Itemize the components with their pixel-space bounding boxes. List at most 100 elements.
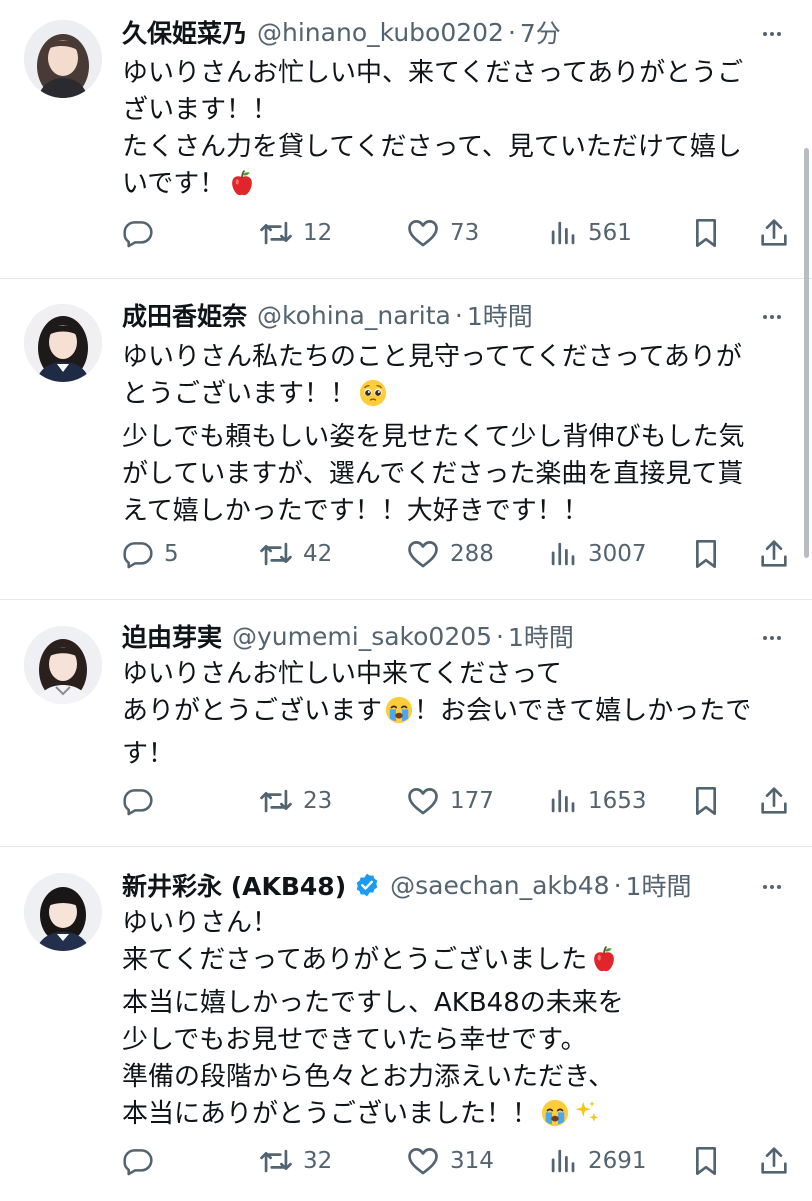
text-line: とうございます！！: [122, 379, 357, 409]
share-icon: [758, 217, 790, 249]
author-name[interactable]: 迫由芽実: [122, 618, 222, 654]
author-handle[interactable]: @hinano_kubo0202: [257, 18, 504, 47]
avatar[interactable]: [24, 873, 102, 951]
bookmark-icon: [690, 785, 722, 817]
reply-icon: [122, 1145, 154, 1177]
avatar[interactable]: [24, 20, 102, 98]
text-line: 少しでもお見せできていたら幸せです。: [122, 1025, 587, 1055]
avatar[interactable]: [24, 626, 102, 704]
bookmark-button[interactable]: [690, 779, 722, 823]
like-count: 73: [450, 220, 480, 246]
more-icon[interactable]: [754, 299, 790, 335]
retweet-button[interactable]: 12: [259, 211, 332, 255]
text-line: ゆいりさん私たちのこと見守っててくださってありが: [122, 342, 742, 372]
retweet-count: 12: [303, 220, 333, 246]
red-apple-icon: [589, 944, 619, 985]
retweet-count: 23: [303, 788, 333, 814]
tweet[interactable]: 成田香姫奈 @kohina_narita · 1時間 ゆいりさん私たちのこと見守…: [0, 279, 812, 600]
sparkles-icon: [572, 1098, 602, 1139]
timestamp[interactable]: 7分: [520, 14, 561, 50]
like-icon: [406, 784, 440, 818]
share-button[interactable]: [758, 779, 790, 823]
like-button[interactable]: 288: [406, 532, 494, 576]
crying-face-icon: [540, 1098, 570, 1139]
author-handle[interactable]: @kohina_narita: [257, 301, 451, 330]
like-button[interactable]: 314: [406, 1139, 494, 1183]
share-button[interactable]: [758, 532, 790, 576]
bookmark-button[interactable]: [690, 532, 722, 576]
retweet-button[interactable]: 23: [259, 779, 332, 823]
timestamp[interactable]: 1時間: [467, 297, 533, 333]
bookmark-button[interactable]: [690, 211, 722, 255]
text-line: 準備の段階から色々とお力添えいただき、: [122, 1062, 615, 1092]
reply-button[interactable]: 5: [122, 532, 179, 576]
reply-button[interactable]: [122, 1139, 164, 1183]
separator: ·: [454, 300, 463, 330]
views-button[interactable]: 561: [548, 211, 632, 255]
reply-icon: [122, 538, 154, 570]
bookmark-icon: [690, 1145, 722, 1177]
like-icon: [406, 537, 440, 571]
views-icon: [548, 786, 578, 816]
share-icon: [758, 785, 790, 817]
more-icon[interactable]: [754, 869, 790, 905]
text-line: ！お会いできて嬉しかったで: [414, 696, 752, 726]
bookmark-icon: [690, 217, 722, 249]
like-button[interactable]: 177: [406, 779, 494, 823]
verified-badge-icon: [354, 872, 380, 898]
reply-icon: [122, 785, 154, 817]
text-line: いです！: [122, 169, 226, 199]
timestamp[interactable]: 1時間: [626, 867, 692, 903]
like-count: 314: [450, 1148, 494, 1174]
scrollbar[interactable]: [804, 148, 809, 558]
views-button[interactable]: 3007: [548, 532, 647, 576]
text-line: たくさん力を貸してくださって、見ていただけて嬉し: [122, 132, 742, 162]
text-line: ゆいりさんお忙しい中来てくださって: [122, 659, 562, 689]
crying-face-icon: [384, 695, 414, 736]
retweet-icon: [259, 216, 293, 250]
tweet-actions: 12 73 561: [0, 211, 812, 255]
text-line: ゆいりさんお忙しい中、来てくださってありがとうご: [122, 58, 744, 88]
reply-button[interactable]: [122, 211, 164, 255]
reply-icon: [122, 217, 154, 249]
separator: ·: [507, 17, 516, 47]
tweet-text: ゆいりさんお忙しい中、来てくださってありがとうご ざいます！！ たくさん力を貸し…: [122, 55, 790, 209]
share-button[interactable]: [758, 211, 790, 255]
retweet-button[interactable]: 32: [259, 1139, 332, 1183]
separator: ·: [613, 870, 622, 900]
like-button[interactable]: 73: [406, 211, 479, 255]
tweet-feed: 久保姫菜乃 @hinano_kubo0202 · 7分 ゆいりさんお忙しい中、来…: [0, 0, 812, 1201]
separator: ·: [496, 621, 504, 651]
like-icon: [406, 1144, 440, 1178]
tweet[interactable]: 久保姫菜乃 @hinano_kubo0202 · 7分 ゆいりさんお忙しい中、来…: [0, 0, 812, 279]
text-line: 来てくださってありがとうございました: [122, 945, 588, 975]
more-icon[interactable]: [754, 620, 790, 656]
share-button[interactable]: [758, 1139, 790, 1183]
text-line: 少しでも頼もしい姿を見せたくて少し背伸びもした気: [122, 422, 745, 452]
view-count: 561: [588, 220, 632, 246]
views-button[interactable]: 1653: [548, 779, 647, 823]
tweet-text: ゆいりさん！ 来てくださってありがとうございました 本当に嬉しかったですし、AK…: [122, 905, 790, 1139]
author-handle[interactable]: @saechan_akb48: [390, 871, 609, 900]
retweet-icon: [259, 537, 293, 571]
red-apple-icon: [227, 168, 257, 209]
views-button[interactable]: 2691: [548, 1139, 647, 1183]
author-name[interactable]: 新井彩永 (AKB48): [122, 867, 346, 903]
text-line: ありがとうございます: [122, 696, 383, 726]
text-line: がしていますが、選んでくださった楽曲を直接見て貰: [122, 459, 744, 489]
tweet[interactable]: 新井彩永 (AKB48) @saechan_akb48 · 1時間 ゆいりさん！…: [0, 847, 812, 1201]
tweet-text: ゆいりさん私たちのこと見守っててくださってありが とうございます！！ 少しでも頼…: [122, 339, 790, 530]
author-name[interactable]: 久保姫菜乃: [122, 14, 247, 50]
timestamp[interactable]: 1時間: [508, 618, 574, 654]
text-line: 本当にありがとうございました！！: [122, 1099, 539, 1129]
text-line: ざいます！！: [122, 95, 279, 125]
avatar[interactable]: [24, 304, 102, 382]
reply-button[interactable]: [122, 779, 164, 823]
tweet[interactable]: 迫由芽実 @yumemi_sako0205 · 1時間 ゆいりさんお忙しい中来て…: [0, 600, 812, 847]
retweet-button[interactable]: 42: [259, 532, 332, 576]
author-handle[interactable]: @yumemi_sako0205: [232, 622, 492, 651]
author-name[interactable]: 成田香姫奈: [122, 297, 247, 333]
tweet-actions: 32 314 2691: [0, 1139, 812, 1183]
more-icon[interactable]: [754, 16, 790, 52]
bookmark-button[interactable]: [690, 1139, 722, 1183]
